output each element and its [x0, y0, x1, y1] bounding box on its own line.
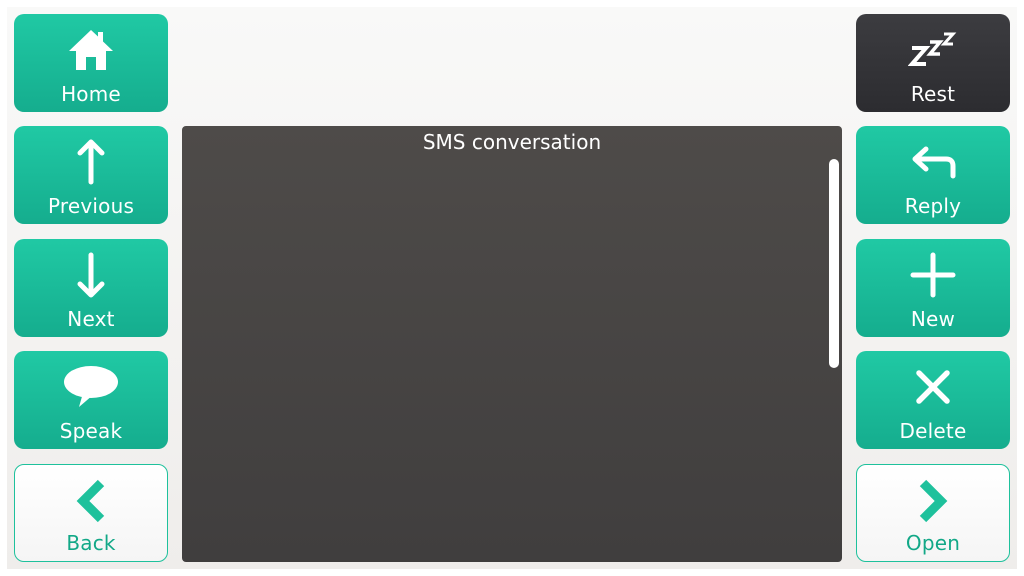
panel-title: SMS conversation: [422, 130, 602, 154]
app-window: Home Previous Next Speak Back SMS conver…: [7, 7, 1017, 569]
delete-label: Delete: [899, 419, 967, 443]
sms-conversation-panel[interactable]: SMS conversation: [182, 126, 842, 562]
previous-label: Previous: [47, 194, 135, 218]
arrow-down-icon: [14, 249, 168, 301]
speak-label: Speak: [59, 419, 123, 443]
chevron-right-icon: [857, 475, 1009, 527]
home-icon: [14, 24, 168, 76]
arrow-up-icon: [14, 136, 168, 188]
previous-button[interactable]: Previous: [14, 126, 168, 224]
next-button[interactable]: Next: [14, 239, 168, 337]
rest-button[interactable]: Rest: [856, 14, 1010, 112]
open-button[interactable]: Open: [856, 464, 1010, 562]
scrollbar[interactable]: [829, 159, 839, 368]
open-label: Open: [905, 531, 961, 555]
speak-button[interactable]: Speak: [14, 351, 168, 449]
back-label: Back: [66, 531, 116, 555]
chevron-left-icon: [15, 475, 167, 527]
reply-button[interactable]: Reply: [856, 126, 1010, 224]
next-label: Next: [67, 307, 115, 331]
reply-arrow-icon: [856, 136, 1010, 188]
home-label: Home: [61, 82, 121, 106]
reply-label: Reply: [904, 194, 962, 218]
rest-label: Rest: [910, 82, 956, 106]
plus-icon: [856, 249, 1010, 301]
new-label: New: [910, 307, 956, 331]
new-button[interactable]: New: [856, 239, 1010, 337]
sleep-zzz-icon: [856, 24, 1010, 76]
back-button[interactable]: Back: [14, 464, 168, 562]
delete-button[interactable]: Delete: [856, 351, 1010, 449]
x-icon: [856, 361, 1010, 413]
home-button[interactable]: Home: [14, 14, 168, 112]
speech-bubble-icon: [14, 361, 168, 413]
